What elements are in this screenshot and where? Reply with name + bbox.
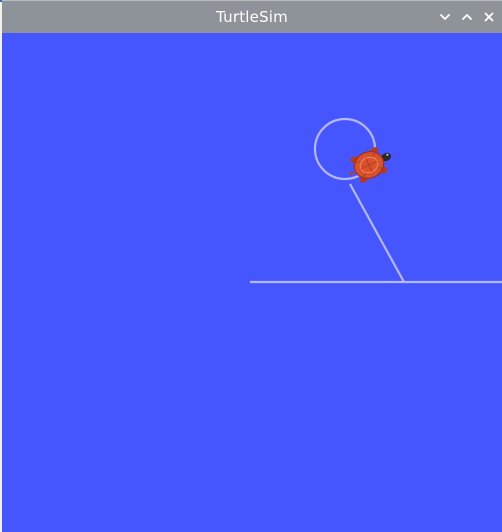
desktop: TurtleSim: [0, 0, 502, 532]
turtlesim-window: TurtleSim: [2, 0, 502, 532]
turtle-drawing: [250, 117, 502, 284]
window-title: TurtleSim: [216, 8, 288, 26]
pen-trail-diagonal: [349, 183, 405, 283]
chevron-down-icon: [440, 14, 450, 20]
maximize-button[interactable]: [459, 9, 475, 25]
turtle-canvas: [2, 33, 502, 532]
minimize-button[interactable]: [437, 9, 453, 25]
close-icon: [484, 12, 494, 22]
turtle-icon: [349, 147, 392, 183]
title-bar[interactable]: TurtleSim: [2, 0, 502, 33]
chevron-up-icon: [462, 14, 472, 20]
close-button[interactable]: [481, 9, 497, 25]
